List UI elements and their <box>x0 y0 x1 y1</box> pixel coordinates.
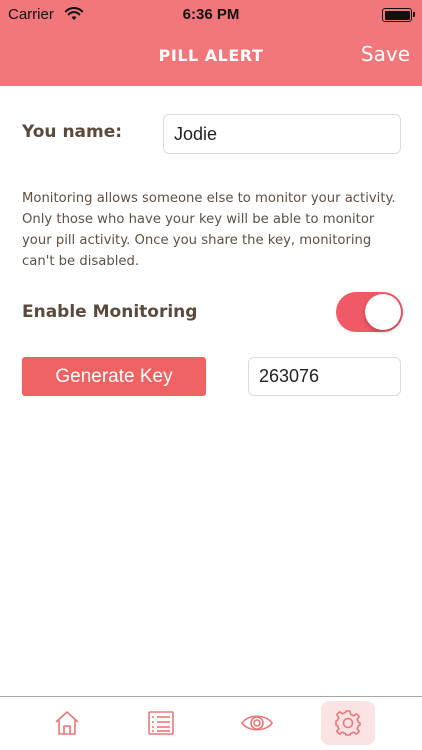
generate-key-button[interactable]: Generate Key <box>22 357 206 396</box>
nav-header: Carrier 6:36 PM PILL ALERT Save <box>0 0 422 86</box>
home-icon <box>55 711 79 735</box>
key-input[interactable] <box>248 357 401 396</box>
tab-settings[interactable] <box>321 701 375 745</box>
battery-icon <box>382 8 415 22</box>
monitoring-label: Enable Monitoring <box>22 302 198 322</box>
tab-home[interactable] <box>40 701 94 745</box>
status-bar: Carrier 6:36 PM <box>0 0 422 30</box>
gear-icon <box>335 710 361 736</box>
tab-bar <box>0 696 422 750</box>
status-time: 6:36 PM <box>182 6 240 23</box>
eye-icon <box>241 715 273 731</box>
tab-monitor[interactable] <box>228 701 286 745</box>
monitoring-info-text: Monitoring allows someone else to monito… <box>22 191 396 269</box>
name-input[interactable] <box>163 114 401 154</box>
toggle-knob <box>365 294 401 330</box>
tab-list[interactable] <box>134 701 188 745</box>
save-button[interactable]: Save <box>361 42 410 66</box>
monitoring-toggle[interactable] <box>336 292 403 332</box>
list-icon <box>148 711 174 735</box>
name-label: You name: <box>22 122 123 142</box>
page-title: PILL ALERT <box>158 46 264 65</box>
